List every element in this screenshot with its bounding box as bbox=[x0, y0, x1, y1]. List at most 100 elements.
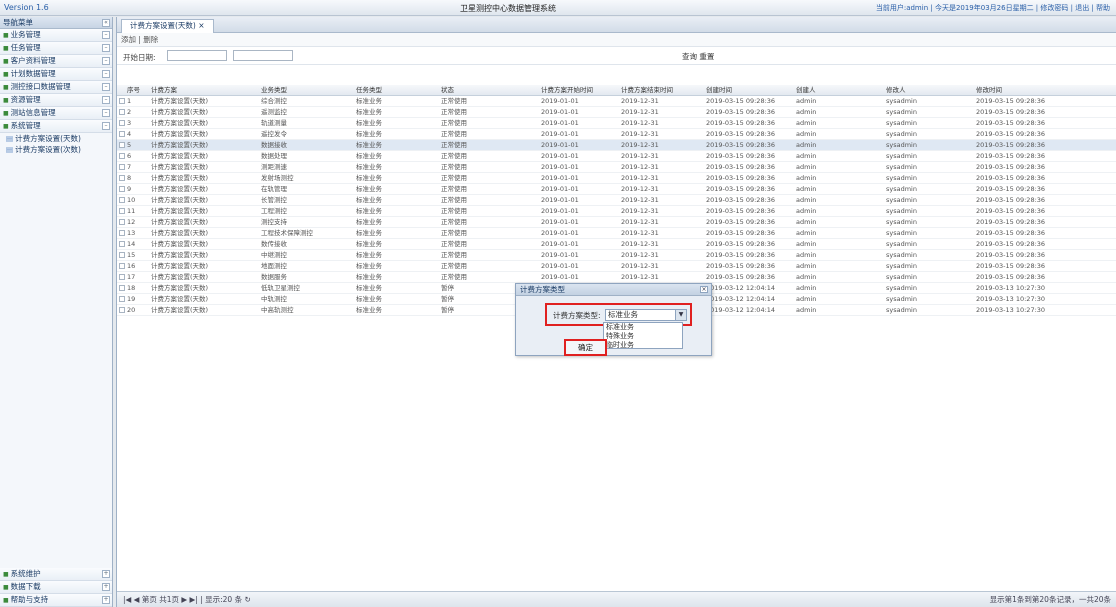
table-row[interactable]: 10 计费方案设置(天数) 长管测控 标准业务 正常使用 2019-01-01 2019-1… bbox=[117, 195, 1116, 206]
column-header[interactable]: 修改人 bbox=[884, 85, 974, 95]
row-checkbox-cell[interactable] bbox=[117, 294, 125, 304]
column-header[interactable]: 创建人 bbox=[794, 85, 884, 95]
collapse-icon[interactable]: – bbox=[102, 44, 110, 52]
sidebar-item[interactable]: ■ 客户资料管理 – bbox=[0, 55, 112, 68]
table-row[interactable]: 5 计费方案设置(天数) 数据接收 标准业务 正常使用 2019-01-01 2019-12… bbox=[117, 140, 1116, 151]
user-info-links[interactable]: 当前用户:admin | 今天是2019年03月26日星期二 | 修改密码 | … bbox=[876, 3, 1110, 13]
sidebar-bottom-item[interactable]: ■ 系统维护 + bbox=[0, 568, 112, 581]
dropdown-option[interactable]: 临时业务 bbox=[604, 341, 682, 350]
table-cell: 7 bbox=[127, 163, 132, 171]
sidebar-item[interactable]: ■ 系统管理 – bbox=[0, 120, 112, 133]
row-checkbox-cell[interactable] bbox=[117, 173, 125, 183]
row-checkbox-cell[interactable] bbox=[117, 118, 125, 128]
sidebar-item[interactable]: ■ 业务管理 – bbox=[0, 29, 112, 42]
table-cell: 2019-03-15 09:28:36 bbox=[706, 262, 776, 270]
expand-icon[interactable]: + bbox=[102, 596, 110, 604]
row-checkbox-cell[interactable] bbox=[117, 305, 125, 315]
sidebar-subitem[interactable]: ▤ 计费方案设置(天数) bbox=[0, 133, 112, 144]
sidebar-item[interactable]: ■ 计划数据管理 – bbox=[0, 68, 112, 81]
table-row[interactable]: 6 计费方案设置(天数) 数据处理 标准业务 正常使用 2019-01-01 2019-12… bbox=[117, 151, 1116, 162]
table-row[interactable]: 17 计费方案设置(天数) 数据服务 标准业务 正常使用 2019-01-01 2019-1… bbox=[117, 272, 1116, 283]
folder-icon: ■ bbox=[3, 45, 9, 52]
query-reset-buttons[interactable]: 查询 重置 bbox=[682, 51, 714, 62]
tab-billing-plan[interactable]: 计费方案设置(天数) × bbox=[121, 19, 214, 33]
row-checkbox-cell[interactable] bbox=[117, 283, 125, 293]
collapse-icon[interactable]: – bbox=[102, 57, 110, 65]
column-header[interactable]: 状态 bbox=[439, 85, 539, 95]
sidebar-bottom-item[interactable]: ■ 数据下载 + bbox=[0, 581, 112, 594]
table-row[interactable]: 3 计费方案设置(天数) 轨道测量 标准业务 正常使用 2019-01-01 2019-12… bbox=[117, 118, 1116, 129]
table-row[interactable]: 15 计费方案设置(天数) 中继测控 标准业务 正常使用 2019-01-01 2019-1… bbox=[117, 250, 1116, 261]
pager-controls[interactable]: |◀ ◀ 第页 共1页 ▶ ▶| | 显示:20 条 ↻ bbox=[123, 592, 251, 607]
row-checkbox-cell[interactable] bbox=[117, 140, 125, 150]
chevron-down-icon[interactable]: ▼ bbox=[675, 310, 686, 320]
table-cell: 2019-03-15 09:28:36 bbox=[706, 273, 776, 281]
dropdown-option[interactable]: 特殊业务 bbox=[604, 332, 682, 341]
column-header[interactable]: 计费方案开始时间 bbox=[539, 85, 619, 95]
row-checkbox-cell[interactable] bbox=[117, 239, 125, 249]
row-checkbox-cell[interactable] bbox=[117, 195, 125, 205]
table-row[interactable]: 1 计费方案设置(天数) 综合测控 标准业务 正常使用 2019-01-01 2019-12… bbox=[117, 96, 1116, 107]
sidebar-item[interactable]: ■ 测控接口数据管理 – bbox=[0, 81, 112, 94]
column-header[interactable]: 任务类型 bbox=[354, 85, 439, 95]
table-cell: 2019-01-01 bbox=[541, 141, 579, 149]
row-checkbox-cell[interactable] bbox=[117, 151, 125, 161]
column-header[interactable]: 序号 bbox=[125, 85, 149, 95]
sidebar-item[interactable]: ■ 资源管理 – bbox=[0, 94, 112, 107]
table-row[interactable]: 14 计费方案设置(天数) 数传接收 标准业务 正常使用 2019-01-01 2019-1… bbox=[117, 239, 1116, 250]
table-row[interactable]: 9 计费方案设置(天数) 在轨管理 标准业务 正常使用 2019-01-01 2019-12… bbox=[117, 184, 1116, 195]
row-checkbox-cell[interactable] bbox=[117, 129, 125, 139]
column-header[interactable]: 计费方案 bbox=[149, 85, 259, 95]
table-row[interactable]: 16 计费方案设置(天数) 地面测控 标准业务 正常使用 2019-01-01 2019-1… bbox=[117, 261, 1116, 272]
table-cell: 18 bbox=[127, 284, 136, 292]
sidebar-item[interactable]: ■ 任务管理 – bbox=[0, 42, 112, 55]
collapse-icon[interactable]: – bbox=[102, 31, 110, 39]
row-checkbox-cell[interactable] bbox=[117, 96, 125, 106]
row-checkbox-cell[interactable] bbox=[117, 217, 125, 227]
column-header[interactable]: 创建时间 bbox=[704, 85, 794, 95]
table-row[interactable]: 13 计费方案设置(天数) 工程技术保障测控 标准业务 正常使用 2019-01-01 20… bbox=[117, 228, 1116, 239]
start-date-input[interactable] bbox=[167, 50, 227, 61]
table-row[interactable]: 2 计费方案设置(天数) 遥测监控 标准业务 正常使用 2019-01-01 2019-12… bbox=[117, 107, 1116, 118]
table-cell: sysadmin bbox=[886, 174, 917, 182]
collapse-icon[interactable]: – bbox=[102, 96, 110, 104]
row-checkbox-cell[interactable] bbox=[117, 206, 125, 216]
row-checkbox-cell[interactable] bbox=[117, 272, 125, 282]
sidebar-item[interactable]: ■ 测站信息管理 – bbox=[0, 107, 112, 120]
table-cell: 标准业务 bbox=[356, 262, 382, 270]
expand-icon[interactable]: + bbox=[102, 583, 110, 591]
collapse-icon[interactable]: – bbox=[102, 109, 110, 117]
row-checkbox-cell[interactable] bbox=[117, 250, 125, 260]
table-cell: 计费方案设置(天数) bbox=[151, 130, 209, 138]
table-row[interactable]: 12 计费方案设置(天数) 测控支持 标准业务 正常使用 2019-01-01 2019-1… bbox=[117, 217, 1116, 228]
row-checkbox-cell[interactable] bbox=[117, 107, 125, 117]
row-checkbox-cell[interactable] bbox=[117, 184, 125, 194]
close-icon[interactable]: × bbox=[700, 286, 708, 293]
collapse-icon[interactable]: – bbox=[102, 70, 110, 78]
toolbar[interactable]: 添加 | 删除 bbox=[117, 33, 1116, 47]
table-cell: 2019-01-01 bbox=[541, 251, 579, 259]
row-checkbox-cell[interactable] bbox=[117, 261, 125, 271]
sidebar-bottom-item[interactable]: ■ 帮助与支持 + bbox=[0, 594, 112, 607]
ok-button[interactable]: 确定 bbox=[564, 339, 607, 356]
table-cell: 2019-12-31 bbox=[621, 240, 659, 248]
table-row[interactable]: 8 计费方案设置(天数) 发射场测控 标准业务 正常使用 2019-01-01 2019-1… bbox=[117, 173, 1116, 184]
collapse-icon[interactable]: « bbox=[102, 19, 110, 27]
expand-icon[interactable]: + bbox=[102, 570, 110, 578]
row-checkbox-cell[interactable] bbox=[117, 162, 125, 172]
end-date-input[interactable] bbox=[233, 50, 293, 61]
column-header[interactable]: 修改时间 bbox=[974, 85, 1104, 95]
table-cell: admin bbox=[796, 295, 817, 303]
table-row[interactable]: 11 计费方案设置(天数) 工程测控 标准业务 正常使用 2019-01-01 2019-1… bbox=[117, 206, 1116, 217]
table-cell: 测控支持 bbox=[261, 218, 287, 226]
billing-type-select[interactable]: 标准业务 ▼ bbox=[605, 309, 687, 321]
collapse-icon[interactable]: – bbox=[102, 122, 110, 130]
row-checkbox-cell[interactable] bbox=[117, 228, 125, 238]
column-header[interactable]: 业务类型 bbox=[259, 85, 354, 95]
table-row[interactable]: 7 计费方案设置(天数) 测距测速 标准业务 正常使用 2019-01-01 2019-12… bbox=[117, 162, 1116, 173]
dropdown-option[interactable]: 标准业务 bbox=[604, 323, 682, 332]
collapse-icon[interactable]: – bbox=[102, 83, 110, 91]
sidebar-subitem[interactable]: ▤ 计费方案设置(次数) bbox=[0, 144, 112, 155]
column-header[interactable]: 计费方案结束时间 bbox=[619, 85, 704, 95]
table-row[interactable]: 4 计费方案设置(天数) 遥控发令 标准业务 正常使用 2019-01-01 2019-12… bbox=[117, 129, 1116, 140]
